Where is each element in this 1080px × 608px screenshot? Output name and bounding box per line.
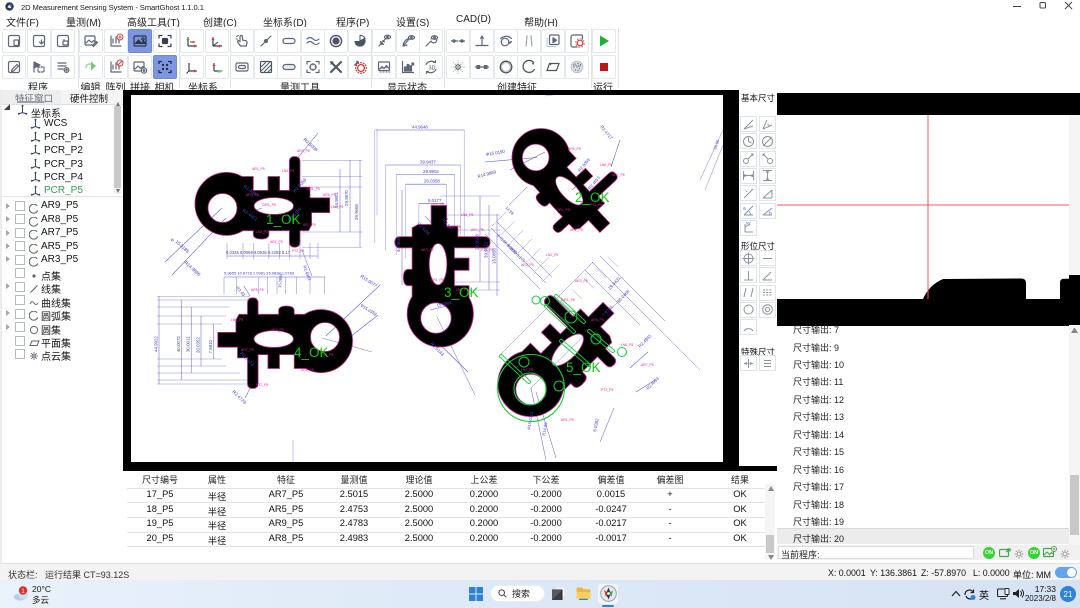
- svg-text:9.2262 5.175: 9.2262 5.175: [506, 243, 527, 264]
- svg-text:LN6_P5: LN6_P5: [331, 205, 343, 209]
- svg-text:AR3_P5: AR3_P5: [421, 248, 434, 252]
- svg-text:AR7_P5: AR7_P5: [612, 173, 625, 177]
- svg-text:LN6_P5: LN6_P5: [621, 343, 633, 347]
- svg-text:40.0072: 40.0072: [176, 336, 181, 352]
- svg-text:CIR1_P5: CIR1_P5: [262, 203, 276, 207]
- svg-text:3_OK: 3_OK: [444, 285, 479, 300]
- svg-text:4_OK: 4_OK: [294, 345, 329, 360]
- svg-text:15.0185: 15.0185: [174, 239, 190, 254]
- svg-text:CIR1_P5: CIR1_P5: [561, 298, 575, 302]
- svg-text:AR1_P5: AR1_P5: [431, 278, 444, 282]
- svg-text:39.9668: 39.9668: [354, 204, 359, 220]
- svg-text:AR1_P5: AR1_P5: [570, 228, 583, 232]
- svg-text:R2.4993: R2.4993: [645, 376, 660, 391]
- svg-text:Φ15.0190: Φ15.0190: [485, 149, 505, 157]
- svg-text:29.9902: 29.9902: [423, 169, 439, 174]
- svg-text:LN2_P5: LN2_P5: [546, 253, 558, 257]
- svg-text:R2.4729: R2.4729: [231, 389, 247, 405]
- svg-text:CIR1_P5: CIR1_P5: [306, 187, 320, 191]
- svg-text:AR5_P5: AR5_P5: [591, 318, 604, 322]
- svg-text:LN6_P5: LN6_P5: [231, 318, 243, 322]
- svg-text:xy: xy: [746, 221, 751, 226]
- svg-text:AR3_P5: AR3_P5: [271, 328, 284, 332]
- svg-text:8.0336 8.0068 8.0938 9.2282 5.: 8.0336 8.0068 8.0938 9.2282 5.17: [226, 250, 291, 255]
- svg-text:LN2_P5: LN2_P5: [256, 230, 268, 234]
- svg-text:PT2_P5: PT2_P5: [292, 249, 304, 253]
- svg-text:LN2_P5: LN2_P5: [521, 368, 533, 372]
- svg-text:b: b: [769, 211, 772, 217]
- svg-text:44.9649: 44.9649: [396, 236, 401, 252]
- svg-text:AR3_P5: AR3_P5: [575, 279, 588, 283]
- svg-text:AR3_P5: AR3_P5: [297, 149, 310, 153]
- svg-text:AR3_P5: AR3_P5: [246, 193, 259, 197]
- svg-text:15.0884: 15.0884: [277, 272, 283, 288]
- svg-text:AR5_P5: AR5_P5: [431, 203, 444, 207]
- svg-text:AR7_P5: AR7_P5: [641, 363, 654, 367]
- svg-text:44.9922: 44.9922: [154, 336, 159, 352]
- svg-text:R14.9886: R14.9886: [183, 260, 201, 277]
- svg-text:39.9437: 39.9437: [420, 160, 436, 165]
- svg-text:5.9655 10.8778 1.0981 15.9838: 5.9655 10.8778 1.0981 15.9838 1.0783: [224, 271, 295, 276]
- svg-text:29.9431: 29.9431: [607, 275, 622, 290]
- svg-text:PT2_P5: PT2_P5: [481, 248, 493, 252]
- svg-text:8.0382: 8.0382: [592, 417, 600, 432]
- svg-text:AR5_P5: AR5_P5: [323, 193, 336, 197]
- svg-text:LN6_P5: LN6_P5: [600, 163, 612, 167]
- svg-text:Φ15.0359: Φ15.0359: [359, 303, 378, 318]
- svg-text:AR7_P5: AR7_P5: [303, 223, 316, 227]
- svg-text:R2.4983: R2.4983: [637, 333, 653, 349]
- svg-text:20.0358: 20.0358: [424, 179, 440, 184]
- svg-text:CIR1_P5: CIR1_P5: [556, 208, 570, 212]
- svg-text:PT2_P5: PT2_P5: [256, 383, 268, 387]
- svg-text:a: a: [743, 206, 746, 212]
- svg-text:AR3_P5: AR3_P5: [521, 263, 534, 267]
- svg-text:20.0406: 20.0406: [616, 288, 631, 303]
- svg-text:CIR1_P5: CIR1_P5: [447, 225, 461, 229]
- svg-text:R14.9869: R14.9869: [477, 169, 497, 179]
- svg-text:29.9870: 29.9870: [344, 190, 349, 206]
- svg-text:20.0352: 20.0352: [196, 337, 201, 353]
- svg-text:5_OK: 5_OK: [566, 360, 601, 375]
- svg-text:LN6_P5: LN6_P5: [461, 213, 473, 217]
- svg-text:AR5_P5: AR5_P5: [568, 147, 581, 151]
- svg-text:R2.4717: R2.4717: [599, 124, 614, 140]
- svg-text:44.9648: 44.9648: [412, 125, 428, 130]
- svg-text:39.95: 39.95: [712, 138, 720, 150]
- svg-text:R15.0077: R15.0077: [359, 274, 378, 289]
- svg-text:2_OK: 2_OK: [575, 190, 610, 205]
- svg-text:AR1_P5: AR1_P5: [270, 240, 283, 244]
- svg-text:1_OK: 1_OK: [266, 212, 301, 227]
- svg-text:AR1_P5: AR1_P5: [301, 368, 314, 372]
- svg-text:7.9810: 7.9810: [208, 340, 213, 354]
- svg-text:LN2_P5: LN2_P5: [282, 169, 294, 173]
- svg-text:3D: 3D: [429, 65, 436, 71]
- svg-text:R2.4982: R2.4982: [302, 265, 312, 282]
- svg-text:AR7_P5: AR7_P5: [241, 348, 254, 352]
- svg-text:AR1_P5: AR1_P5: [561, 418, 574, 422]
- svg-text:AR7_P5: AR7_P5: [471, 228, 484, 232]
- svg-text:29.9668: 29.9668: [475, 234, 480, 250]
- svg-text:AR5_P5: AR5_P5: [251, 288, 264, 292]
- svg-text:AR1_P5: AR1_P5: [252, 167, 265, 171]
- svg-text:1: 1: [21, 588, 25, 595]
- svg-text:30.0011: 30.0011: [186, 336, 191, 352]
- svg-text:PT2_P5: PT2_P5: [601, 388, 613, 392]
- svg-text:14.98: 14.98: [504, 205, 515, 216]
